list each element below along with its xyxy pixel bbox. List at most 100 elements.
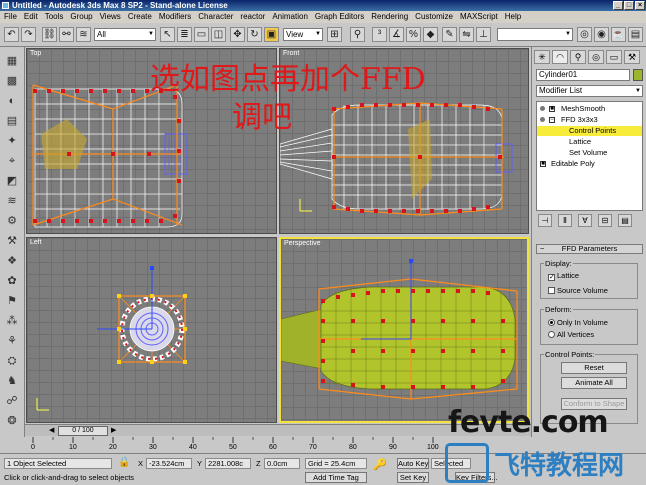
menu-customize[interactable]: Customize bbox=[415, 11, 453, 23]
only-in-volume-radio[interactable]: Only In Volume bbox=[548, 318, 608, 327]
prev-frame-icon[interactable]: ◀ bbox=[49, 426, 54, 434]
reference-coordinate-dropdown[interactable]: View bbox=[283, 28, 323, 41]
set-key-button[interactable]: Set Key bbox=[397, 472, 429, 483]
all-vertices-radio[interactable]: All Vertices bbox=[548, 330, 594, 339]
unlink-icon[interactable]: ⚯ bbox=[59, 27, 74, 42]
minimize-button[interactable]: _ bbox=[613, 1, 623, 10]
create-helper-icon[interactable]: ◩ bbox=[3, 173, 21, 189]
maximize-button[interactable]: □ bbox=[624, 1, 634, 10]
selection-filter-dropdown[interactable]: All bbox=[94, 28, 156, 41]
create-camera-icon[interactable]: ⌖ bbox=[3, 153, 21, 169]
stack-item-meshsmooth[interactable]: ■ MeshSmooth bbox=[537, 104, 642, 114]
create-spacewarp-icon[interactable]: ≋ bbox=[3, 193, 21, 209]
menu-views[interactable]: Views bbox=[100, 11, 121, 23]
menu-edit[interactable]: Edit bbox=[24, 11, 38, 23]
key-filters-button[interactable]: Key Filters... bbox=[455, 472, 498, 483]
link-icon[interactable]: ⛓ bbox=[42, 27, 57, 42]
stack-item-set-volume[interactable]: Set Volume bbox=[537, 148, 642, 158]
undo-icon[interactable]: ↶ bbox=[4, 27, 19, 42]
menu-reactor[interactable]: reactor bbox=[240, 11, 265, 23]
light-bulb-icon[interactable] bbox=[540, 117, 545, 122]
key-icon[interactable]: 🔑 bbox=[373, 460, 387, 471]
compound-icon[interactable]: ⚘ bbox=[3, 333, 21, 349]
create-sphere-icon[interactable]: ◐ bbox=[3, 93, 21, 109]
collapse-icon[interactable]: ■ bbox=[540, 161, 546, 167]
hierarchy-icon[interactable]: ⚒ bbox=[3, 233, 21, 249]
menu-create[interactable]: Create bbox=[128, 11, 152, 23]
mirror-icon[interactable]: ⇋ bbox=[459, 27, 474, 42]
pivot-center-icon[interactable]: ⊞ bbox=[327, 27, 342, 42]
time-slider-thumb[interactable]: 0 / 100 bbox=[58, 426, 108, 436]
next-frame-icon[interactable]: ▶ bbox=[111, 426, 116, 434]
light-bulb-icon[interactable] bbox=[540, 106, 545, 111]
menu-help[interactable]: Help bbox=[505, 11, 521, 23]
create-shapes-icon[interactable]: ▩ bbox=[3, 73, 21, 89]
redo-icon[interactable]: ↷ bbox=[21, 27, 36, 42]
track-bar[interactable]: 0 10 20 30 40 50 60 70 80 90 100 bbox=[25, 437, 531, 453]
named-selection-sets-dropdown[interactable] bbox=[497, 28, 573, 41]
lattice-checkbox[interactable]: ✓ Lattice bbox=[548, 271, 579, 281]
modify-tab-icon[interactable]: ◠ bbox=[552, 50, 568, 64]
percent-snap-icon[interactable]: % bbox=[406, 27, 421, 42]
viewport-left[interactable]: Left bbox=[26, 237, 277, 423]
close-button[interactable]: × bbox=[635, 1, 645, 10]
material-editor-icon[interactable]: ◎ bbox=[577, 27, 592, 42]
menu-group[interactable]: Group bbox=[70, 11, 92, 23]
bones-icon[interactable]: ☍ bbox=[3, 393, 21, 409]
x-coordinate-field[interactable]: -23.524cm bbox=[146, 458, 192, 469]
window-crossing-icon[interactable]: ◫ bbox=[211, 27, 226, 42]
create-tab-icon[interactable]: ✳ bbox=[534, 50, 550, 64]
menu-file[interactable]: File bbox=[4, 11, 17, 23]
modifier-icon[interactable]: ⚙ bbox=[3, 213, 21, 229]
collapse-icon[interactable]: ■ bbox=[549, 106, 555, 112]
cloth-icon[interactable]: ❂ bbox=[3, 413, 21, 429]
rectangular-selection-icon[interactable]: ▭ bbox=[194, 27, 209, 42]
animate-all-button[interactable]: Animate All bbox=[561, 377, 627, 389]
pin-stack-icon[interactable]: ⊣ bbox=[538, 214, 552, 227]
quick-render-icon[interactable]: ☕ bbox=[611, 27, 626, 42]
motion-icon[interactable]: ❖ bbox=[3, 253, 21, 269]
select-object-icon[interactable]: ↖ bbox=[160, 27, 175, 42]
object-color-swatch[interactable] bbox=[633, 69, 643, 81]
create-cylinder-icon[interactable]: ▤ bbox=[3, 113, 21, 129]
render-scene-icon[interactable]: ◉ bbox=[594, 27, 609, 42]
utilities-tab-icon[interactable]: ⚒ bbox=[624, 50, 640, 64]
remove-modifier-icon[interactable]: ⊟ bbox=[598, 214, 612, 227]
time-slider[interactable]: ◀ 0 / 100 ▶ bbox=[25, 424, 531, 436]
z-coordinate-field[interactable]: 0.0cm bbox=[264, 458, 300, 469]
stack-item-ffd[interactable]: − FFD 3x3x3 bbox=[537, 115, 642, 125]
configure-modifier-sets-icon[interactable]: ▤ bbox=[618, 214, 632, 227]
menu-tools[interactable]: Tools bbox=[45, 11, 64, 23]
motion-tab-icon[interactable]: ◎ bbox=[588, 50, 604, 64]
key-mode-dropdown[interactable]: Selected bbox=[431, 458, 471, 469]
named-selection-icon[interactable]: ✎ bbox=[442, 27, 457, 42]
display-icon[interactable]: ✿ bbox=[3, 273, 21, 289]
menu-modifiers[interactable]: Modifiers bbox=[159, 11, 191, 23]
utilities-icon[interactable]: ⚑ bbox=[3, 293, 21, 309]
object-name-field[interactable]: Cylinder01 bbox=[536, 69, 630, 81]
viewport-perspective[interactable]: Perspective bbox=[279, 237, 529, 423]
add-time-tag-button[interactable]: Add Time Tag bbox=[305, 472, 367, 483]
bind-space-warp-icon[interactable]: ≋ bbox=[76, 27, 91, 42]
lock-selection-icon[interactable]: 🔒 bbox=[118, 457, 130, 468]
menu-character[interactable]: Character bbox=[198, 11, 233, 23]
render-type-icon[interactable]: ▤ bbox=[628, 27, 643, 42]
select-rotate-icon[interactable]: ↻ bbox=[247, 27, 262, 42]
expand-icon[interactable]: − bbox=[549, 117, 555, 123]
menu-rendering[interactable]: Rendering bbox=[371, 11, 408, 23]
show-end-result-icon[interactable]: Ⅱ bbox=[558, 214, 572, 227]
select-manipulate-icon[interactable]: ⚲ bbox=[350, 27, 365, 42]
auto-key-button[interactable]: Auto Key bbox=[397, 458, 429, 469]
menu-graph-editors[interactable]: Graph Editors bbox=[315, 11, 364, 23]
spinner-snap-icon[interactable]: ◆ bbox=[423, 27, 438, 42]
y-coordinate-field[interactable]: 2281.008c bbox=[205, 458, 251, 469]
select-by-name-icon[interactable]: ≣ bbox=[177, 27, 192, 42]
conform-to-shape-button[interactable]: Conform to Shape bbox=[561, 398, 627, 410]
create-box-icon[interactable]: ▦ bbox=[3, 53, 21, 69]
source-volume-checkbox[interactable]: Source Volume bbox=[548, 286, 608, 295]
make-unique-icon[interactable]: ∀ bbox=[578, 214, 592, 227]
create-light-icon[interactable]: ✦ bbox=[3, 133, 21, 149]
menu-animation[interactable]: Animation bbox=[272, 11, 308, 23]
select-scale-icon[interactable]: ▣ bbox=[264, 27, 279, 42]
particles-icon[interactable]: ⁂ bbox=[3, 313, 21, 329]
